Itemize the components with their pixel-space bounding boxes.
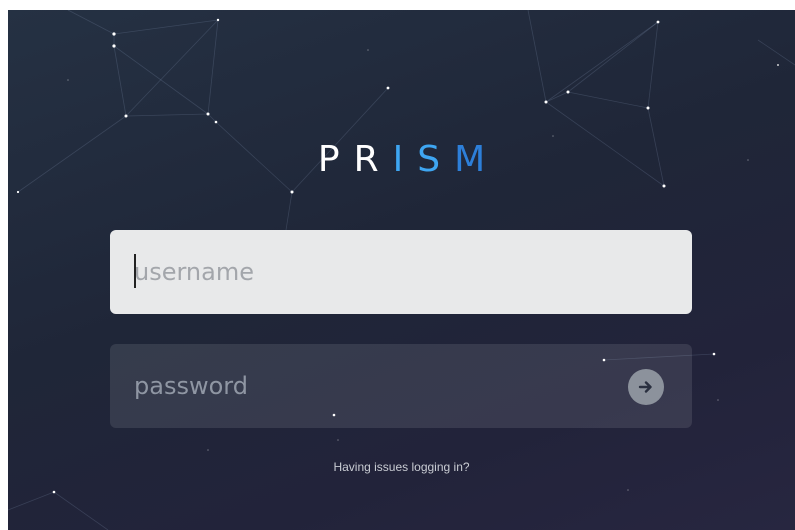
prism-logo: PRISM	[8, 138, 795, 182]
username-field-container	[110, 230, 692, 314]
logo-letter: M	[454, 139, 500, 180]
logo-letter: I	[392, 139, 418, 180]
text-cursor	[134, 254, 136, 288]
password-input[interactable]	[110, 366, 614, 406]
password-field-container	[110, 344, 692, 428]
login-help-link[interactable]: Having issues logging in?	[8, 460, 795, 474]
logo-letter: S	[417, 139, 455, 180]
login-screen: PRISM Having issues logging in?	[8, 10, 795, 530]
username-input[interactable]	[110, 252, 614, 292]
logo-letter: P	[317, 139, 354, 180]
logo-letter: R	[353, 139, 393, 180]
login-submit-button[interactable]	[628, 369, 664, 405]
arrow-right-icon	[638, 381, 652, 393]
